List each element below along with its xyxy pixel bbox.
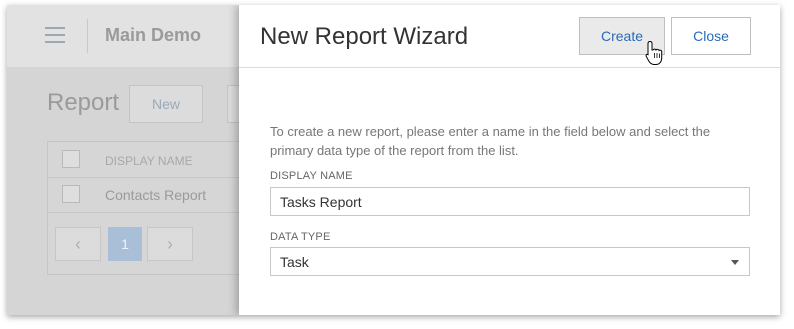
page-title: Report [47, 89, 120, 116]
dropdown-arrow-icon[interactable] [731, 260, 739, 265]
row-checkbox[interactable] [62, 185, 80, 203]
dialog-header: New Report Wizard Create Close [239, 5, 780, 68]
display-name-label: DISPLAY NAME [270, 170, 353, 182]
display-name-value: Tasks Report [280, 193, 362, 210]
app-window: Main Demo Report New DISPLAY NAME Contac… [7, 5, 780, 315]
new-button[interactable]: New [129, 85, 203, 123]
pager-next-button[interactable]: › [147, 227, 193, 261]
pager-prev-button[interactable]: ‹ [55, 227, 101, 261]
data-type-label: DATA TYPE [270, 231, 331, 243]
hamburger-menu-icon[interactable] [45, 27, 65, 43]
app-title: Main Demo [105, 25, 202, 45]
new-report-wizard-dialog: New Report Wizard Create Close To create… [239, 5, 780, 315]
hand-pointer-cursor-icon [645, 40, 663, 65]
table-row[interactable]: Contacts Report [48, 177, 246, 213]
display-name-input[interactable]: Tasks Report [270, 187, 750, 216]
data-type-value: Task [280, 253, 309, 270]
select-all-checkbox[interactable] [62, 150, 80, 168]
row-display-name: Contacts Report [105, 187, 207, 203]
column-header-display-name[interactable]: DISPLAY NAME [105, 154, 193, 168]
dialog-title: New Report Wizard [260, 23, 469, 50]
header-divider [87, 19, 88, 53]
pager-page-1[interactable]: 1 [108, 227, 142, 261]
dialog-description: To create a new report, please enter a n… [270, 124, 711, 158]
data-type-select[interactable]: Task [270, 247, 750, 276]
grid-header-row: DISPLAY NAME [48, 142, 246, 178]
close-button[interactable]: Close [671, 17, 751, 55]
